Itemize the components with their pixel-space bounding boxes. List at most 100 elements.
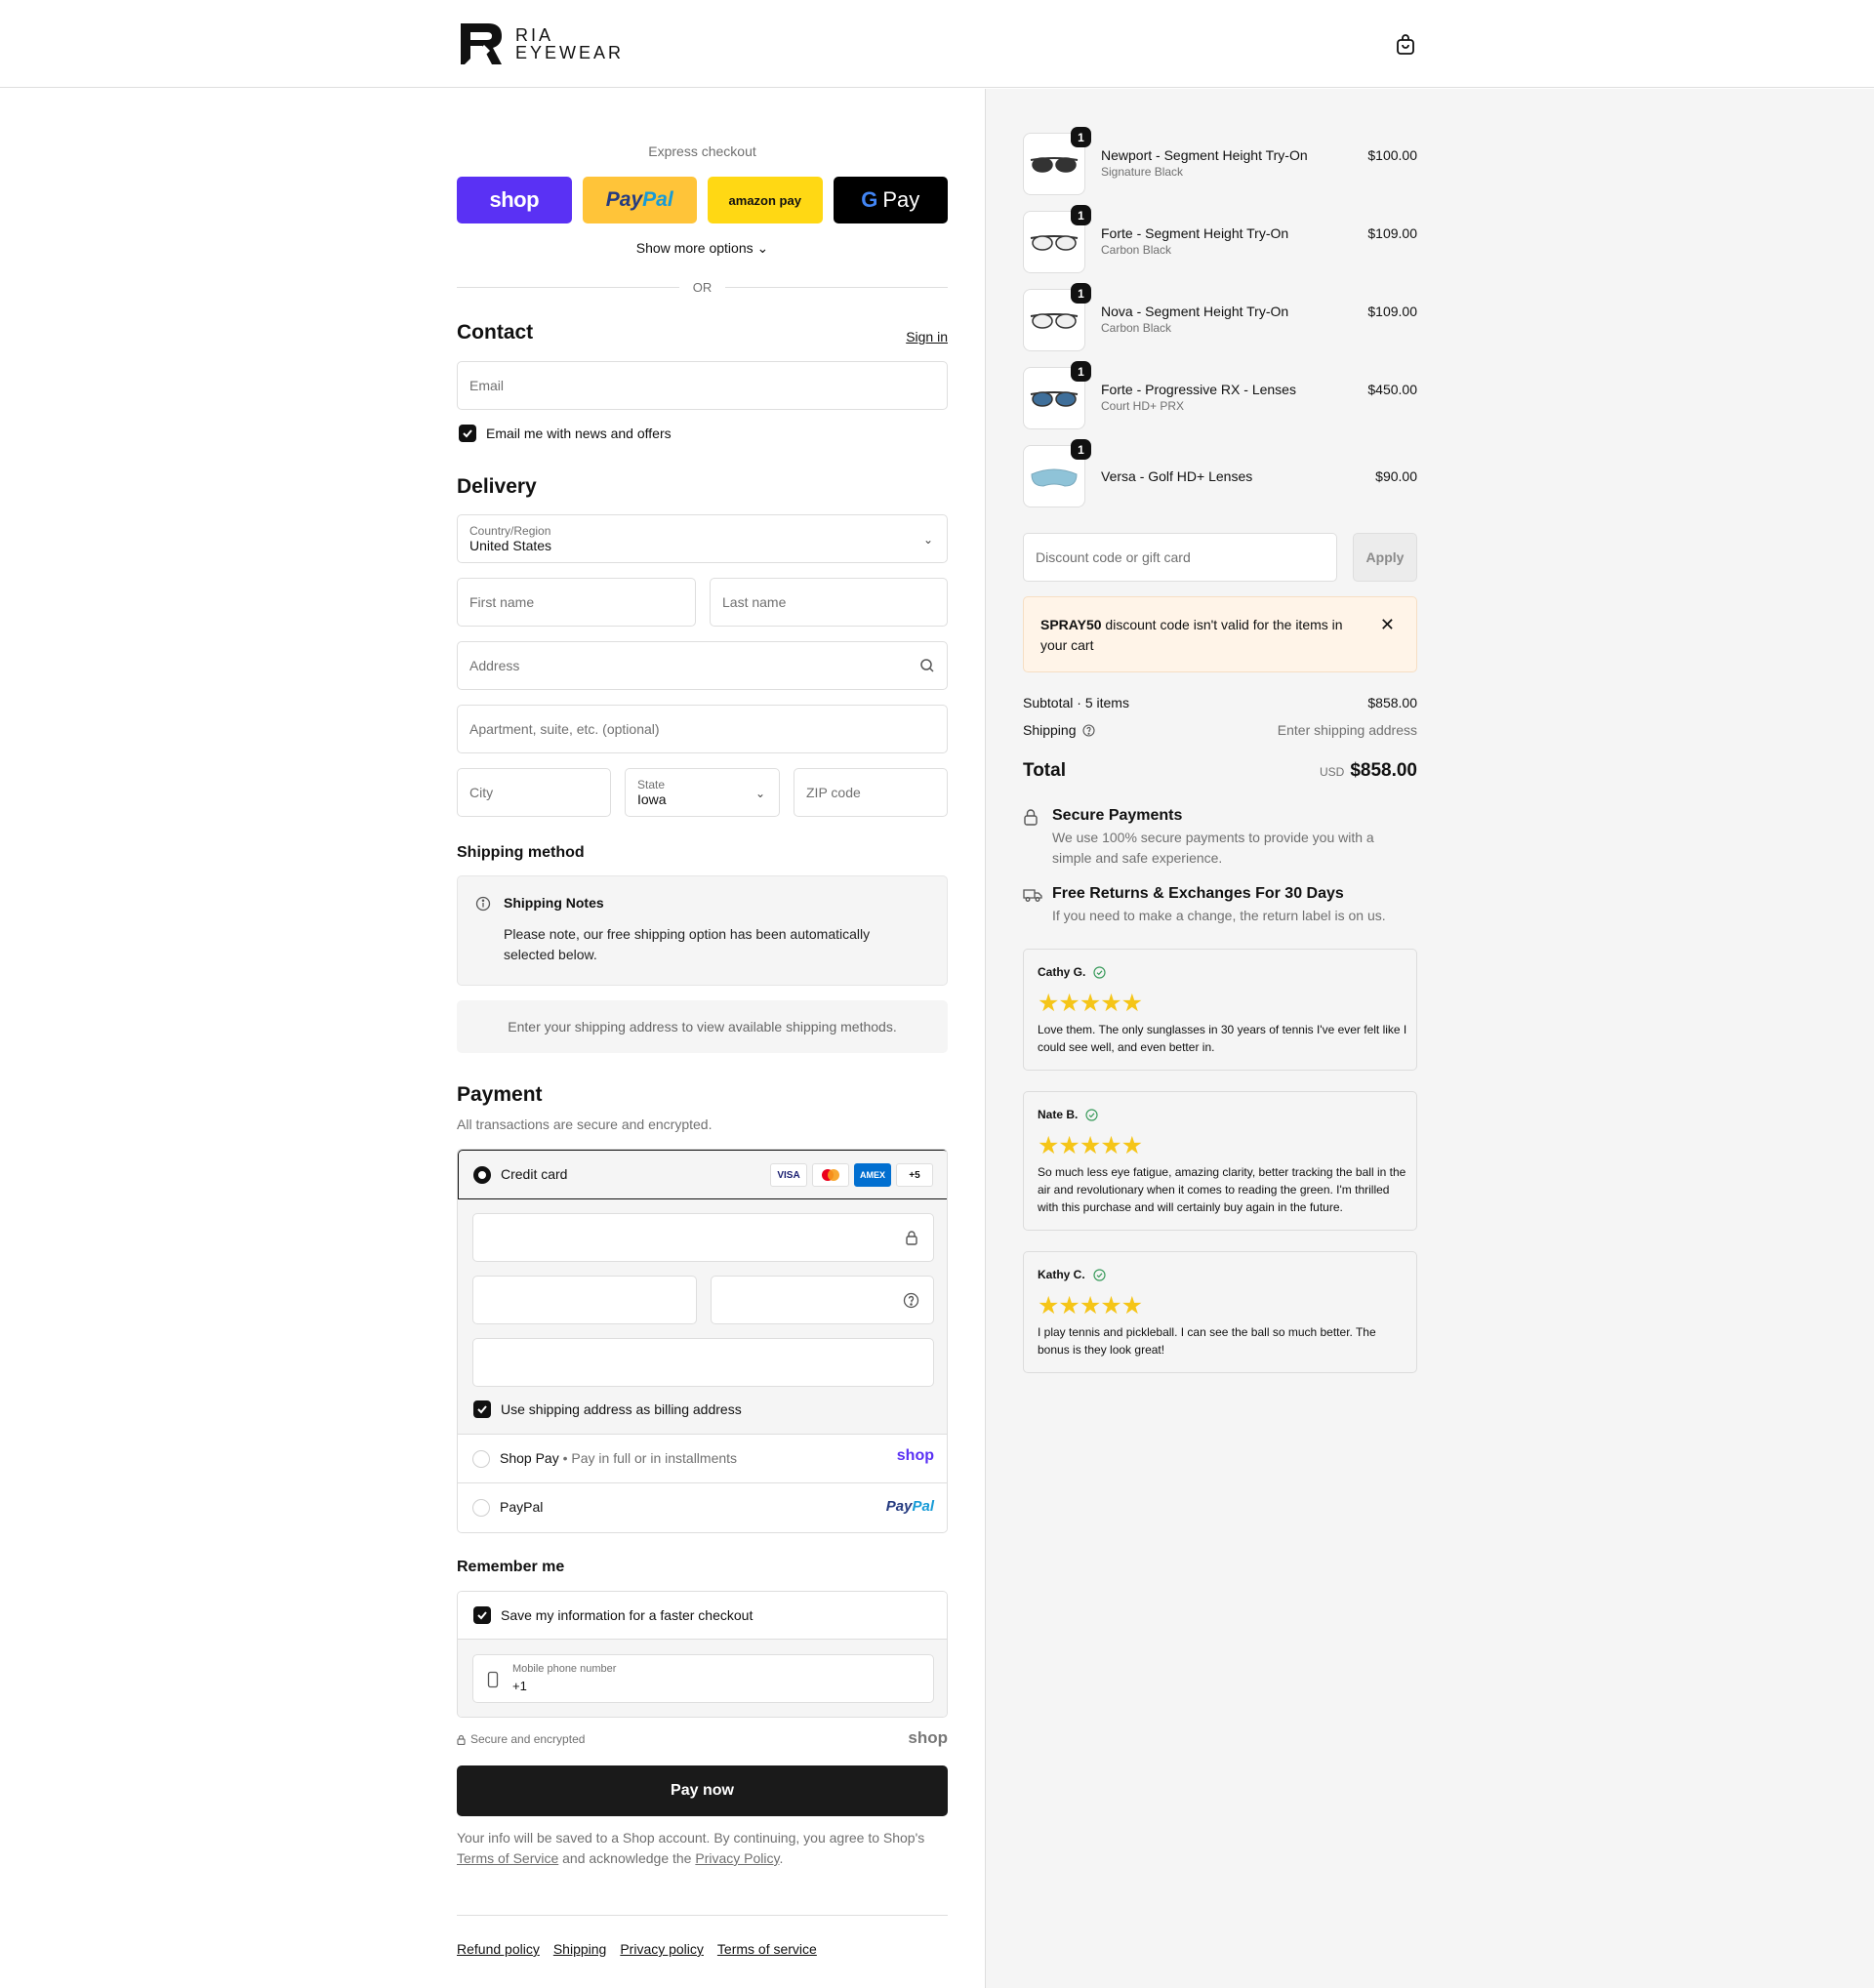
review-card: Nate B. ★★★★★ So much less eye fatigue, … xyxy=(1023,1091,1417,1231)
city-field[interactable]: City xyxy=(457,768,611,817)
state-select[interactable]: State Iowa ⌄ xyxy=(625,768,780,817)
help-icon[interactable] xyxy=(1082,724,1095,737)
item-name: Versa - Golf HD+ Lenses xyxy=(1101,468,1253,484)
shop-pay-option-label: Shop Pay • Pay in full or in installment… xyxy=(500,1450,738,1466)
secure-payments-title: Secure Payments xyxy=(1052,807,1183,824)
glasses-icon xyxy=(1030,235,1079,251)
brand-name-line1: RIA xyxy=(515,25,554,45)
discount-warning-text: SPRAY50 discount code isn't valid for th… xyxy=(1040,615,1363,656)
shop-pay-logo: shop xyxy=(896,1447,934,1464)
cart-item: 1 Versa - Golf HD+ Lenses $90.00 xyxy=(1023,439,1417,507)
paypal-button[interactable]: Pay Pal xyxy=(582,177,697,223)
item-name: Newport - Segment Height Try-On xyxy=(1101,147,1308,163)
first-name-placeholder: First name xyxy=(469,594,535,610)
news-checkbox-label: Email me with news and offers xyxy=(486,426,672,441)
star-rating: ★★★★★ xyxy=(1038,1292,1143,1319)
shipping-notes-title: Shipping Notes xyxy=(504,895,604,911)
lens-icon xyxy=(1031,468,1078,487)
subtotal-row: Subtotal · 5 items $858.00 xyxy=(1023,695,1417,710)
phone-label: Mobile phone number xyxy=(512,1663,617,1675)
lock-icon xyxy=(1024,809,1038,826)
last-name-field[interactable]: Last name xyxy=(710,578,948,627)
shop-pay-option[interactable]: Shop Pay • Pay in full or in installment… xyxy=(458,1434,947,1482)
billing-checkbox[interactable] xyxy=(473,1400,491,1418)
save-info-checkbox-row[interactable]: Save my information for a faster checkou… xyxy=(473,1606,753,1624)
shop-pay-button[interactable]: shop xyxy=(457,177,572,223)
amazon-pay-button[interactable]: amazon pay xyxy=(708,177,823,223)
google-pay-button[interactable]: G Pay xyxy=(833,177,948,223)
glasses-icon xyxy=(1030,313,1079,329)
help-icon[interactable] xyxy=(903,1292,919,1309)
paypal-radio[interactable] xyxy=(472,1499,490,1517)
quantity-badge: 1 xyxy=(1071,127,1091,147)
shop-pay-radio[interactable] xyxy=(472,1450,490,1468)
brand-logo[interactable]: RIA EYEWEAR xyxy=(457,20,624,68)
save-info-checkbox[interactable] xyxy=(473,1606,491,1624)
search-icon xyxy=(920,659,934,672)
item-price: $90.00 xyxy=(1375,468,1417,484)
terms-of-service-footer-link[interactable]: Terms of service xyxy=(717,1941,817,1957)
country-select[interactable]: Country/Region United States ⌄ xyxy=(457,514,948,563)
billing-checkbox-label: Use shipping address as billing address xyxy=(501,1401,742,1417)
glasses-icon xyxy=(1030,157,1079,173)
save-info-row[interactable]: Save my information for a faster checkou… xyxy=(458,1592,947,1640)
subtotal-label: Subtotal · 5 items xyxy=(1023,695,1129,710)
apply-discount-button[interactable]: Apply xyxy=(1353,533,1417,582)
chevron-down-icon: ⌄ xyxy=(756,240,769,256)
sign-in-link[interactable]: Sign in xyxy=(906,329,948,345)
more-brands-label: +5 xyxy=(909,1169,920,1181)
refund-policy-link[interactable]: Refund policy xyxy=(457,1941,540,1957)
security-code-field[interactable] xyxy=(711,1276,934,1324)
visa-label: VISA xyxy=(777,1169,800,1181)
expiration-field[interactable] xyxy=(472,1276,697,1324)
credit-card-option[interactable]: Credit card VISA AMEX +5 xyxy=(458,1150,947,1199)
news-checkbox[interactable] xyxy=(459,425,476,442)
visa-icon: VISA xyxy=(770,1163,807,1187)
mobile-phone-field[interactable]: Mobile phone number +1 xyxy=(472,1654,934,1703)
reviewer-name: Cathy G. xyxy=(1038,965,1086,979)
discount-code: SPRAY50 xyxy=(1040,617,1102,632)
currency: USD xyxy=(1319,765,1345,779)
card-number-field[interactable] xyxy=(472,1213,934,1262)
shipping-link[interactable]: Shipping xyxy=(553,1941,607,1957)
address-field[interactable]: Address xyxy=(457,641,948,690)
google-g-icon: G xyxy=(861,187,878,212)
show-more-options-button[interactable]: Show more options ⌄ xyxy=(457,240,948,257)
header: RIA EYEWEAR xyxy=(0,0,1874,88)
discount-code-input[interactable]: Discount code or gift card xyxy=(1023,533,1337,582)
privacy-policy-footer-link[interactable]: Privacy policy xyxy=(620,1941,704,1957)
total-value: $858.00 xyxy=(1350,760,1417,781)
apartment-field[interactable]: Apartment, suite, etc. (optional) xyxy=(457,705,948,753)
zip-field[interactable]: ZIP code xyxy=(794,768,948,817)
remember-me-box: Save my information for a faster checkou… xyxy=(457,1591,948,1718)
apartment-placeholder: Apartment, suite, etc. (optional) xyxy=(469,721,660,737)
verified-icon xyxy=(1093,965,1106,979)
close-icon[interactable]: ✕ xyxy=(1380,615,1395,635)
credit-card-radio[interactable] xyxy=(473,1166,491,1184)
billing-checkbox-row[interactable]: Use shipping address as billing address xyxy=(473,1400,742,1418)
payment-subtitle: All transactions are secure and encrypte… xyxy=(457,1116,713,1132)
legal-text-3: . xyxy=(779,1850,784,1866)
item-name: Nova - Segment Height Try-On xyxy=(1101,304,1289,319)
discount-warning: SPRAY50 discount code isn't valid for th… xyxy=(1023,596,1417,672)
terms-of-service-link[interactable]: Terms of Service xyxy=(457,1850,558,1866)
privacy-policy-link[interactable]: Privacy Policy xyxy=(695,1850,779,1866)
item-variant: Carbon Black xyxy=(1101,243,1172,257)
pay-now-button[interactable]: Pay now xyxy=(457,1765,948,1816)
check-icon xyxy=(477,1611,487,1620)
item-variant: Signature Black xyxy=(1101,165,1184,179)
email-field[interactable]: Email xyxy=(457,361,948,410)
name-on-card-field[interactable] xyxy=(472,1338,934,1387)
cart-item: 1 Forte - Segment Height Try-On Carbon B… xyxy=(1023,205,1417,273)
news-checkbox-row[interactable]: Email me with news and offers xyxy=(459,425,672,442)
paypal-logo-1: Pay xyxy=(885,1498,913,1515)
quantity-badge: 1 xyxy=(1071,205,1091,225)
paypal-option[interactable]: PayPal PayPal xyxy=(458,1482,947,1531)
chevron-down-icon: ⌄ xyxy=(922,533,933,547)
first-name-field[interactable]: First name xyxy=(457,578,696,627)
shop-pay-label: shop xyxy=(489,187,540,212)
cart-item: 1 Nova - Segment Height Try-On Carbon Bl… xyxy=(1023,283,1417,351)
secure-encrypted-row: Secure and encrypted xyxy=(457,1732,585,1746)
lock-icon xyxy=(906,1231,917,1245)
shopping-bag-icon[interactable] xyxy=(1394,33,1417,57)
